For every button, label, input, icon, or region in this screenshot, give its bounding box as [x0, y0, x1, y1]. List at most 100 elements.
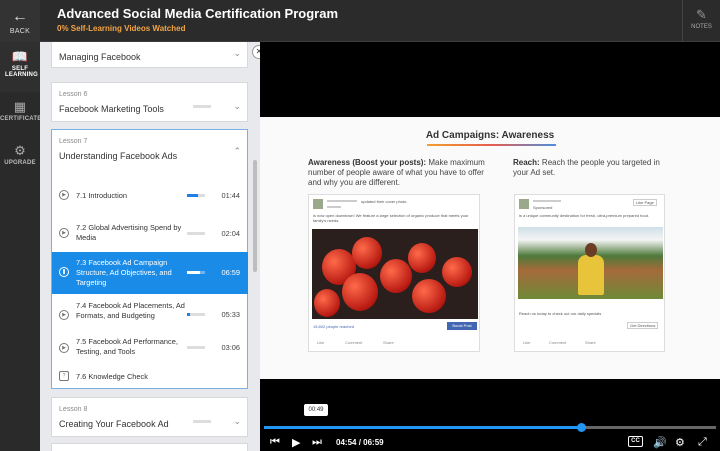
course-title: Advanced Social Media Certification Prog… — [57, 6, 339, 21]
lesson-item-label: 7.5 Facebook Ad Performance, Testing, an… — [76, 337, 178, 356]
nav-label: SELF LEARNING — [5, 66, 38, 78]
like-page-button: Like Page — [633, 199, 657, 206]
ad-text: is a unique community destination for fr… — [519, 213, 650, 218]
lesson-card-6[interactable]: Lesson 6 Facebook Marketing Tools ⌄ — [51, 82, 248, 122]
comment-action: Comment — [549, 340, 567, 345]
chevron-up-icon[interactable]: ⌃ — [233, 146, 241, 157]
ad-caption: Reach us today to check out our daily sp… — [519, 311, 602, 316]
arrow-left-icon: ← — [11, 8, 29, 25]
seek-handle[interactable] — [577, 423, 586, 432]
lesson-item-progress — [187, 232, 205, 235]
notes-label: NOTES — [691, 24, 712, 30]
lesson-item-progress — [187, 271, 205, 274]
lesson-item-label: 7.3 Facebook Ad Campaign Structure, Ad O… — [76, 258, 172, 287]
market-photo — [518, 227, 663, 299]
video-player[interactable]: Ad Campaigns: Awareness Awareness (Boost… — [260, 42, 720, 451]
lessons-panel: Managing Facebook ⌄ Lesson 6 Facebook Ma… — [40, 42, 260, 451]
left-nav: 📖 SELF LEARNING ▦ CERTIFICATE ⚙ UPGRADE — [0, 42, 42, 451]
lesson-item-duration: 03:06 — [221, 343, 241, 352]
lesson-title: Facebook Marketing Tools — [59, 104, 164, 114]
fullscreen-icon[interactable]: ⤢ — [698, 436, 707, 449]
lesson-item-label: 7.2 Global Advertising Spend by Media — [76, 223, 182, 242]
lesson-item-label: 7.1 Introduction — [76, 191, 127, 200]
lesson-item-duration: 02:04 — [221, 229, 241, 238]
title-underline — [427, 144, 556, 146]
lesson-title: Understanding Facebook Ads — [59, 151, 178, 161]
nav-label: UPGRADE — [4, 160, 36, 166]
notes-button[interactable]: ✎ NOTES — [682, 0, 720, 42]
lesson-item-7-1[interactable]: ▶ 7.1 Introduction 01:44 — [52, 178, 248, 214]
facebook-post-preview: updated their cover photo. is now open d… — [308, 194, 480, 352]
progress-status: 0% Self-Learning Videos Watched — [57, 24, 186, 33]
post-text: is now open downtown! We feature a large… — [313, 213, 469, 223]
lesson-item-7-3[interactable]: ❚ 7.3 Facebook Ad Campaign Structure, Ad… — [52, 252, 248, 294]
awareness-heading-bold: Awareness (Boost your posts): — [308, 158, 427, 167]
avatar — [519, 199, 529, 209]
post-action: updated their cover photo. — [361, 199, 408, 204]
lesson-item-duration: 06:59 — [221, 268, 241, 277]
lesson-card-next[interactable] — [51, 443, 248, 451]
nav-self-learning[interactable]: 📖 SELF LEARNING — [0, 42, 40, 92]
post-reach: 15,602 people reached — [313, 324, 354, 329]
captions-button[interactable]: CC — [628, 436, 643, 447]
awareness-heading: Awareness (Boost your posts): Make maxim… — [308, 158, 493, 188]
lesson-item-7-5[interactable]: ▶ 7.5 Facebook Ad Performance, Testing, … — [52, 330, 248, 368]
nav-upgrade[interactable]: ⚙ UPGRADE — [0, 136, 40, 180]
lesson-card-prev[interactable]: Managing Facebook ⌄ — [51, 42, 248, 68]
next-icon[interactable]: ⏭ — [312, 436, 322, 449]
lesson-item-7-6[interactable]: ? 7.6 Knowledge Check — [52, 366, 248, 388]
facebook-ad-preview: Sponsored Like Page is a unique communit… — [514, 194, 665, 352]
play-icon: ▶ — [59, 343, 69, 353]
lesson-item-label: 7.4 Facebook Ad Placements, Ad Formats, … — [76, 301, 185, 320]
volume-icon[interactable]: 🔊 — [653, 436, 667, 449]
lesson-item-7-2[interactable]: ▶ 7.2 Global Advertising Spend by Media … — [52, 216, 248, 252]
lesson-item-duration: 05:33 — [221, 310, 241, 319]
current-time: 04:54 — [336, 438, 357, 447]
play-icon: ▶ — [59, 190, 69, 200]
lesson-number: Lesson 6 — [59, 91, 88, 98]
upgrade-icon: ⚙ — [14, 143, 26, 158]
lesson-number: Lesson 7 — [59, 138, 88, 145]
slide-title: Ad Campaigns: Awareness — [425, 130, 555, 141]
like-action: Like — [523, 340, 531, 345]
quiz-icon: ? — [59, 371, 69, 381]
sponsored-label: Sponsored — [533, 205, 553, 210]
top-bar: ← BACK Advanced Social Media Certificati… — [0, 0, 720, 42]
comment-action: Comment — [345, 340, 363, 345]
nav-certificate[interactable]: ▦ CERTIFICATE — [0, 92, 42, 136]
lesson-card-7: Lesson 7 Understanding Facebook Ads ⌃ ▶ … — [51, 129, 248, 389]
pause-icon: ❚ — [59, 267, 69, 277]
lesson-title: Creating Your Facebook Ad — [59, 419, 169, 429]
share-action: Share — [383, 340, 394, 345]
lesson-card-8[interactable]: Lesson 8 Creating Your Facebook Ad ⌄ — [51, 397, 248, 437]
nav-label: CERTIFICATE — [0, 116, 42, 122]
chevron-down-icon: ⌄ — [233, 48, 241, 58]
chevron-down-icon: ⌄ — [233, 416, 241, 426]
avatar — [313, 199, 323, 209]
total-time: 06:59 — [363, 438, 384, 447]
previous-icon[interactable]: ⏮ — [270, 436, 280, 449]
time-display: 04:54 / 06:59 — [336, 438, 384, 447]
lesson-item-duration: 01:44 — [221, 191, 241, 200]
seek-bar[interactable] — [264, 423, 716, 432]
panel-scrollbar[interactable] — [253, 160, 257, 272]
seek-tooltip: 00:49 — [304, 404, 328, 416]
boost-post-button: Boost Post — [447, 322, 477, 330]
back-button[interactable]: ← BACK — [0, 0, 40, 42]
play-icon: ▶ — [59, 228, 69, 238]
lesson-progress — [193, 420, 211, 423]
lesson-progress — [193, 105, 211, 108]
certificate-icon: ▦ — [13, 99, 27, 114]
video-slide: Ad Campaigns: Awareness Awareness (Boost… — [260, 117, 720, 379]
play-icon[interactable]: ▶ — [292, 436, 300, 449]
lesson-number: Lesson 8 — [59, 406, 88, 413]
book-icon: 📖 — [11, 49, 29, 64]
reach-heading-bold: Reach: — [513, 158, 540, 167]
chevron-down-icon: ⌄ — [233, 101, 241, 111]
play-icon: ▶ — [59, 310, 69, 320]
lesson-item-progress — [187, 346, 205, 349]
like-action: Like — [317, 340, 325, 345]
lesson-item-progress — [187, 194, 205, 197]
settings-gear-icon[interactable]: ⚙ — [675, 436, 685, 449]
edit-icon: ✎ — [696, 7, 707, 22]
